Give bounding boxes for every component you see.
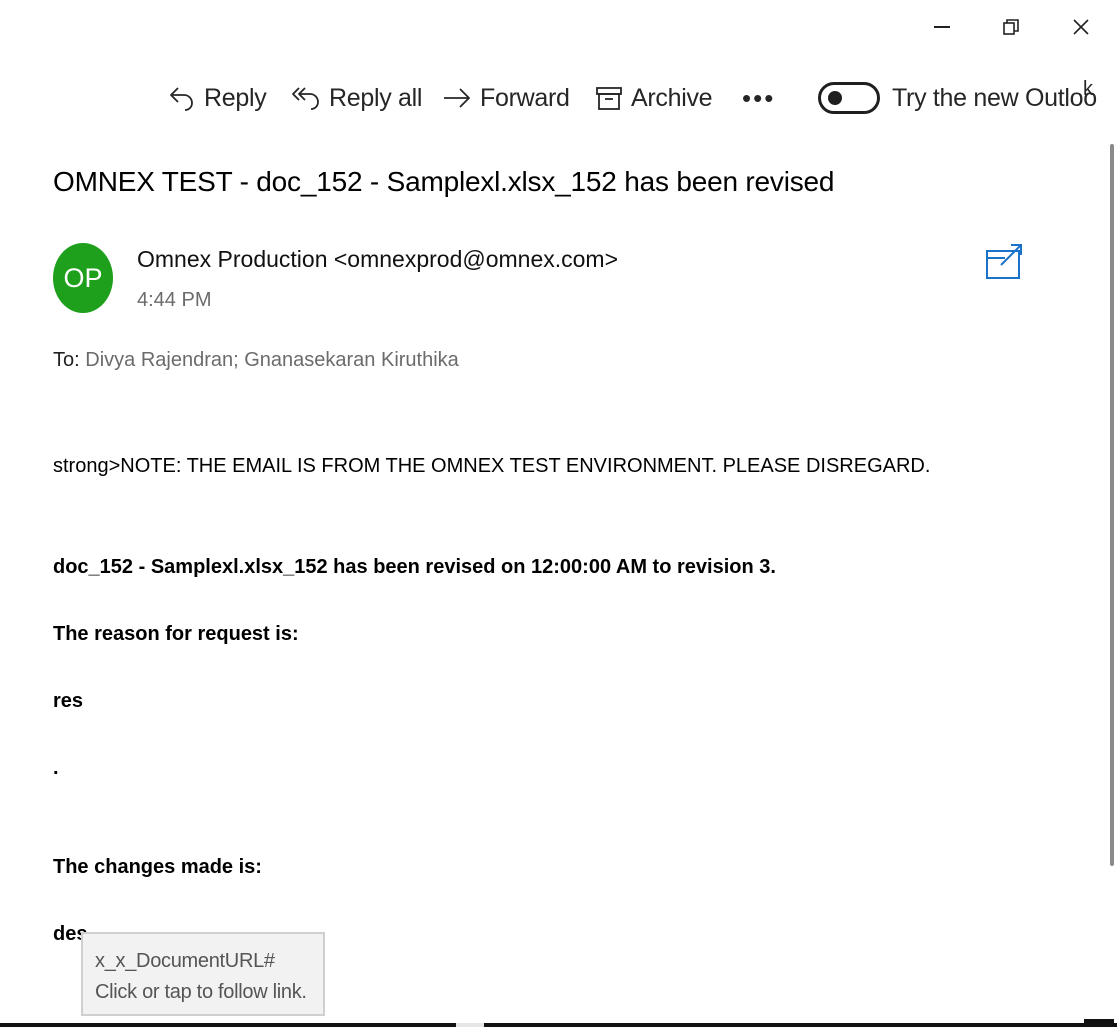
reply-label: Reply xyxy=(204,83,267,112)
sender-name[interactable]: Omnex Production <omnexprod@omnex.com> xyxy=(137,246,618,273)
close-icon xyxy=(1073,19,1089,35)
link-tooltip: x_x_DocumentURL# Click or tap to follow … xyxy=(81,932,325,1016)
reply-all-button[interactable]: Reply all xyxy=(291,78,422,118)
try-new-outlook-label: Try the new Outloo xyxy=(892,83,1097,112)
sender-avatar: OP xyxy=(53,243,113,313)
avatar-initials: OP xyxy=(63,262,103,293)
try-new-outlook-toggle[interactable]: Try the new Outloo xyxy=(818,78,1097,118)
reply-all-icon xyxy=(292,87,319,110)
bottom-corner-marker xyxy=(1084,1019,1114,1027)
body-revision-line: doc_152 - Samplexl.xlsx_152 has been rev… xyxy=(53,556,776,578)
body-changes-heading: The changes made is: xyxy=(53,856,262,878)
forward-button[interactable]: Forward xyxy=(442,78,570,118)
toggle-knob xyxy=(828,91,842,105)
archive-button[interactable]: Archive xyxy=(595,78,713,118)
toggle-switch[interactable] xyxy=(818,82,880,114)
more-actions-button[interactable]: ••• xyxy=(742,78,775,118)
forward-arrow-icon xyxy=(444,88,470,108)
minimize-icon xyxy=(934,26,950,28)
bottom-border-gap xyxy=(456,1023,484,1027)
try-new-outlook-label-overflow: k xyxy=(1083,78,1093,100)
body-reason-heading: The reason for request is: xyxy=(53,623,299,645)
reply-all-label: Reply all xyxy=(329,83,423,112)
vertical-scrollbar[interactable] xyxy=(1110,144,1114,866)
archive-label: Archive xyxy=(631,83,713,112)
reply-button[interactable]: Reply xyxy=(168,78,267,118)
restore-button[interactable] xyxy=(991,8,1031,46)
open-in-new-window-button[interactable] xyxy=(985,243,1023,286)
recipient-names[interactable]: Divya Rajendran; Gnanasekaran Kiruthika xyxy=(85,349,459,371)
restore-icon xyxy=(1003,19,1019,35)
close-button[interactable] xyxy=(1061,8,1101,46)
archive-icon xyxy=(596,87,622,110)
reply-icon xyxy=(170,87,193,111)
tooltip-hint: Click or tap to follow link. xyxy=(95,981,307,1003)
minimize-button[interactable] xyxy=(922,8,962,46)
to-label: To: xyxy=(53,349,80,371)
bottom-border xyxy=(0,1023,1117,1027)
more-icon: ••• xyxy=(742,82,776,113)
forward-label: Forward xyxy=(480,83,570,112)
command-bar: Reply Reply all Forward Archive ••• Try … xyxy=(0,72,1117,126)
message-subject: OMNEX TEST - doc_152 - Samplexl.xlsx_152… xyxy=(53,166,835,197)
body-dot: . xyxy=(53,757,59,779)
tooltip-link-text: x_x_DocumentURL# xyxy=(95,950,275,972)
body-reason-value: res xyxy=(53,690,84,712)
recipients-line: To: Divya Rajendran; Gnanasekaran Kiruth… xyxy=(53,349,459,372)
message-time: 4:44 PM xyxy=(137,289,212,311)
mail-reading-window: Reply Reply all Forward Archive ••• Try … xyxy=(0,0,1117,1027)
body-note: strong>NOTE: THE EMAIL IS FROM THE OMNEX… xyxy=(53,455,931,477)
pop-out-icon xyxy=(986,244,1022,279)
